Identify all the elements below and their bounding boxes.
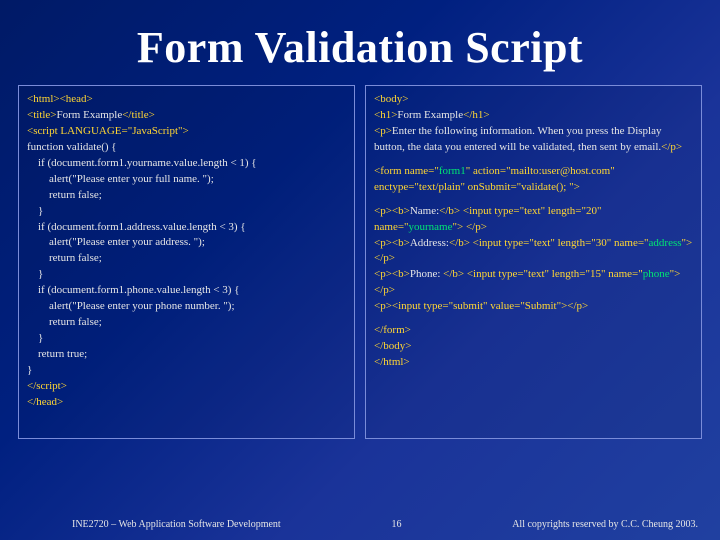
code-token: return false; [27,189,102,201]
code-token: return false; [27,316,102,328]
code-token: return false; [27,252,102,264]
code-token: <h1> [374,109,397,121]
code-token: Form Example [397,109,463,121]
code-token: </p> [661,141,682,153]
code-token: <body> [374,93,408,105]
code-token: alert("Please enter your address. "); [27,236,205,248]
code-token: form1 [439,165,466,177]
code-token: "> </p> [453,221,487,233]
code-token: <title> [27,109,57,121]
code-token: </b> <input type="text" length="15" name… [443,268,643,280]
code-token: </h1> [463,109,489,121]
code-token: </body> [374,340,411,352]
code-columns: <html><head> <title>Form Example</title>… [0,85,720,439]
code-token: return true; [27,348,87,360]
code-token: <p><input type="submit" value="Submit"><… [374,300,588,312]
code-token: function validate() { [27,141,117,153]
code-token: Address: [410,237,449,249]
code-token: phone [643,268,670,280]
code-token: <script LANGUAGE="JavaScript"> [27,125,189,137]
footer-copyright: All copyrights reserved by C.C. Cheung 2… [512,519,698,530]
code-token: Phone: [410,268,443,280]
code-token: </head> [27,396,63,408]
code-token: Form Example [57,109,123,121]
code-token: <html><head> [27,93,93,105]
code-token: </b> <input type="text" length="30" name… [449,237,649,249]
code-token: <p><b> [374,237,410,249]
code-token: <p><b> [374,205,410,217]
slide-title: Form Validation Script [0,0,720,85]
code-token: <form name=" [374,165,439,177]
code-token: </form> [374,324,411,336]
code-token: Name: [410,205,439,217]
code-token: } [27,332,43,344]
code-token: if (document.form1.address.value.length … [27,221,246,233]
code-token: if (document.form1.yourname.value.length… [27,157,257,169]
code-left: <html><head> <title>Form Example</title>… [18,85,355,439]
footer-page-number: 16 [391,519,401,530]
code-token: } [27,205,43,217]
code-token: <p><b> [374,268,410,280]
slide-footer: INE2720 – Web Application Software Devel… [0,519,720,530]
code-token: address [649,237,682,249]
code-token: } [27,364,32,376]
code-token: <p> [374,125,392,137]
code-token: </script> [27,380,67,392]
code-token: yourname [409,221,453,233]
footer-course: INE2720 – Web Application Software Devel… [22,519,281,530]
code-token: alert("Please enter your phone number. "… [27,300,235,312]
code-right: <body> <h1>Form Example</h1> <p>Enter th… [365,85,702,439]
code-token: </html> [374,356,410,368]
code-token: alert("Please enter your full name. "); [27,173,214,185]
code-token: if (document.form1.phone.value.length < … [27,284,240,296]
code-token: </title> [122,109,155,121]
code-token: Enter the following information. When yo… [374,125,661,153]
code-token: } [27,268,43,280]
